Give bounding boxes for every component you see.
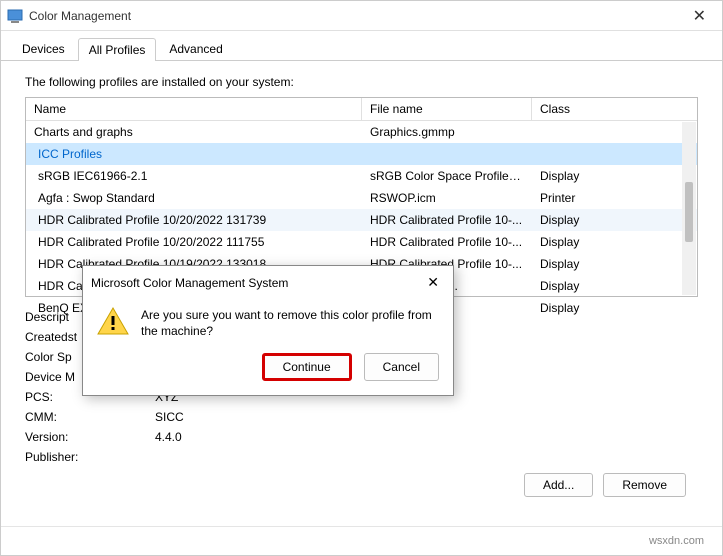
- cell-class: Display: [532, 299, 697, 317]
- cell-class: Display: [532, 211, 697, 229]
- cell-class: Display: [532, 255, 697, 273]
- detail-publisher-label: Publisher:: [25, 447, 155, 467]
- dialog-titlebar: Microsoft Color Management System ✕: [83, 266, 453, 299]
- col-header-class[interactable]: Class: [532, 98, 697, 120]
- cell-class: [532, 123, 697, 141]
- col-header-name[interactable]: Name: [26, 98, 362, 120]
- warning-icon: [97, 307, 129, 335]
- cell-class: Display: [532, 167, 697, 185]
- window-close-button[interactable]: ✕: [683, 2, 716, 30]
- add-button[interactable]: Add...: [524, 473, 593, 497]
- dialog-body: Are you sure you want to remove this col…: [83, 299, 453, 353]
- cell-file: sRGB Color Space Profile.ic...: [362, 167, 532, 185]
- table-row[interactable]: Charts and graphsGraphics.gmmp: [26, 121, 697, 143]
- cell-name: HDR Calibrated Profile 10/20/2022 131739: [26, 211, 362, 229]
- action-row: Add... Remove: [19, 467, 704, 497]
- dialog-message: Are you sure you want to remove this col…: [141, 307, 439, 339]
- detail-version-value: 4.4.0: [155, 427, 182, 447]
- remove-button[interactable]: Remove: [603, 473, 686, 497]
- table-header: Name File name Class: [26, 98, 697, 121]
- bottom-bar: wsxdn.com: [1, 526, 722, 555]
- table-row[interactable]: HDR Calibrated Profile 10/20/2022 131739…: [26, 209, 697, 231]
- continue-button[interactable]: Continue: [262, 353, 352, 381]
- cell-class: Display: [532, 233, 697, 251]
- detail-version-label: Version:: [25, 427, 155, 447]
- tab-advanced[interactable]: Advanced: [158, 37, 233, 60]
- dialog-title-text: Microsoft Color Management System: [91, 276, 288, 290]
- titlebar: Color Management ✕: [1, 1, 722, 31]
- table-row[interactable]: sRGB IEC61966-2.1sRGB Color Space Profil…: [26, 165, 697, 187]
- cell-file: HDR Calibrated Profile 10-...: [362, 211, 532, 229]
- vertical-scrollbar[interactable]: [682, 122, 696, 295]
- cell-file: RSWOP.icm: [362, 189, 532, 207]
- confirm-dialog: Microsoft Color Management System ✕ Are …: [82, 265, 454, 396]
- dialog-close-button[interactable]: ✕: [421, 272, 445, 293]
- cell-name: Agfa : Swop Standard: [26, 189, 362, 207]
- col-header-file[interactable]: File name: [362, 98, 532, 120]
- scroll-thumb[interactable]: [685, 182, 693, 242]
- cell-name: sRGB IEC61966-2.1: [26, 167, 362, 185]
- table-row[interactable]: Agfa : Swop StandardRSWOP.icmPrinter: [26, 187, 697, 209]
- window-title: Color Management: [29, 9, 131, 23]
- tab-strip: Devices All Profiles Advanced: [1, 31, 722, 61]
- table-row[interactable]: HDR Calibrated Profile 10/20/2022 111755…: [26, 231, 697, 253]
- watermark: wsxdn.com: [649, 535, 704, 547]
- tab-devices[interactable]: Devices: [11, 37, 76, 60]
- cell-name: ICC Profiles: [26, 145, 362, 163]
- detail-cmm-label: CMM:: [25, 407, 155, 427]
- detail-cmm-value: SICC: [155, 407, 184, 427]
- cell-name: HDR Calibrated Profile 10/20/2022 111755: [26, 233, 362, 251]
- app-icon: [7, 8, 23, 24]
- intro-text: The following profiles are installed on …: [25, 75, 698, 89]
- tab-all-profiles[interactable]: All Profiles: [78, 38, 157, 61]
- cell-class: Printer: [532, 189, 697, 207]
- cell-class: [532, 145, 697, 163]
- dialog-button-row: Continue Cancel: [83, 353, 453, 395]
- cell-file: HDR Calibrated Profile 10-...: [362, 233, 532, 251]
- cancel-button[interactable]: Cancel: [364, 353, 439, 381]
- table-row[interactable]: ICC Profiles: [26, 143, 697, 165]
- cell-class: Display: [532, 277, 697, 295]
- cell-name: Charts and graphs: [26, 123, 362, 141]
- cell-file: [362, 145, 532, 163]
- cell-file: Graphics.gmmp: [362, 123, 532, 141]
